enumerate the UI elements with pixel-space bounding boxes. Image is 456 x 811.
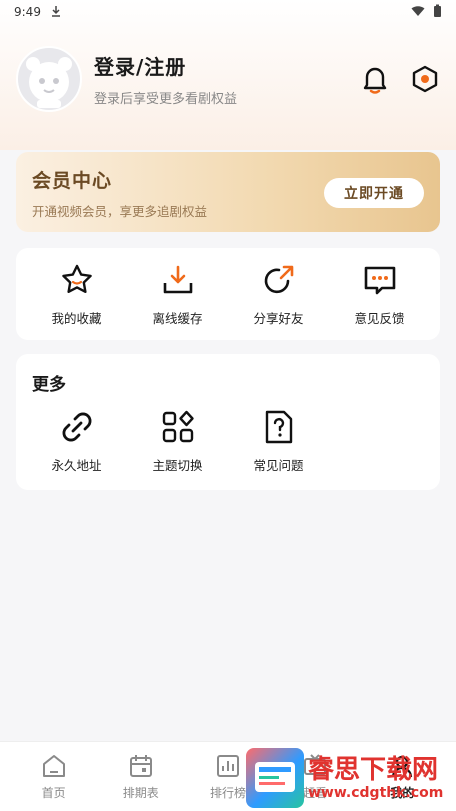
- link-icon: [59, 409, 95, 445]
- watermark-name: 睿思下载网: [308, 755, 439, 785]
- site-watermark: 睿思下载网 www.cdgthk.com: [246, 745, 456, 811]
- status-bar: 9:49: [0, 0, 456, 24]
- favorites-label: 我的收藏: [51, 311, 102, 326]
- feedback-item[interactable]: 意见反馈: [329, 262, 430, 327]
- open-vip-button[interactable]: 立即开通: [324, 178, 424, 208]
- offline-cache-item[interactable]: 离线缓存: [127, 262, 228, 327]
- share-icon: [261, 262, 297, 298]
- nav-home-label: 首页: [41, 786, 66, 800]
- faq-item[interactable]: 常见问题: [228, 409, 329, 474]
- more-section-title: 更多: [32, 375, 66, 395]
- star-icon: [59, 262, 95, 298]
- nav-home[interactable]: 首页: [14, 752, 94, 801]
- login-subtitle: 登录后享受更多看剧权益: [94, 92, 238, 107]
- vip-center-card[interactable]: 会员中心 开通视频会员，享更多追剧权益 立即开通: [16, 152, 440, 232]
- avatar-mascot-icon: [26, 57, 72, 108]
- watermark-url: www.cdgthk.com: [308, 785, 444, 801]
- more-card: 更多 永久地址 主题切换 常见问题: [16, 354, 440, 490]
- settings-hexagon-icon: [412, 65, 438, 93]
- nav-ranking-label: 排行榜: [209, 786, 246, 800]
- theme-switch-label: 主题切换: [152, 458, 203, 473]
- profile-header: 登录/注册 登录后享受更多看剧权益: [16, 44, 440, 114]
- favorites-item[interactable]: 我的收藏: [26, 262, 127, 327]
- quick-actions-card: 我的收藏 离线缓存 分享好友 意见反馈: [16, 248, 440, 340]
- nav-schedule-label: 排期表: [122, 786, 159, 800]
- calendar-icon: [127, 752, 155, 780]
- share-friends-label: 分享好友: [253, 311, 304, 326]
- feedback-icon: [362, 262, 398, 298]
- home-icon: [40, 752, 68, 780]
- theme-grid-icon: [160, 409, 196, 445]
- faq-label: 常见问题: [253, 458, 304, 473]
- avatar[interactable]: [16, 46, 82, 112]
- settings-button[interactable]: [410, 64, 440, 94]
- battery-icon: [433, 4, 442, 21]
- notification-button[interactable]: [360, 64, 390, 94]
- feedback-label: 意见反馈: [354, 311, 405, 326]
- watermark-logo-icon: [246, 748, 304, 808]
- share-friends-item[interactable]: 分享好友: [228, 262, 329, 327]
- chart-icon: [214, 752, 242, 780]
- bell-icon: [363, 67, 387, 94]
- download-icon: [160, 262, 196, 298]
- download-status-icon: [51, 5, 61, 20]
- permanent-address-label: 永久地址: [51, 458, 102, 473]
- permanent-address-item[interactable]: 永久地址: [26, 409, 127, 474]
- offline-cache-label: 离线缓存: [152, 311, 203, 326]
- status-time: 9:49: [14, 5, 41, 19]
- wifi-icon: [411, 5, 425, 20]
- faq-icon: [261, 409, 297, 445]
- login-register-link[interactable]: 登录/注册: [94, 51, 237, 80]
- theme-switch-item[interactable]: 主题切换: [127, 409, 228, 474]
- nav-schedule[interactable]: 排期表: [101, 752, 181, 801]
